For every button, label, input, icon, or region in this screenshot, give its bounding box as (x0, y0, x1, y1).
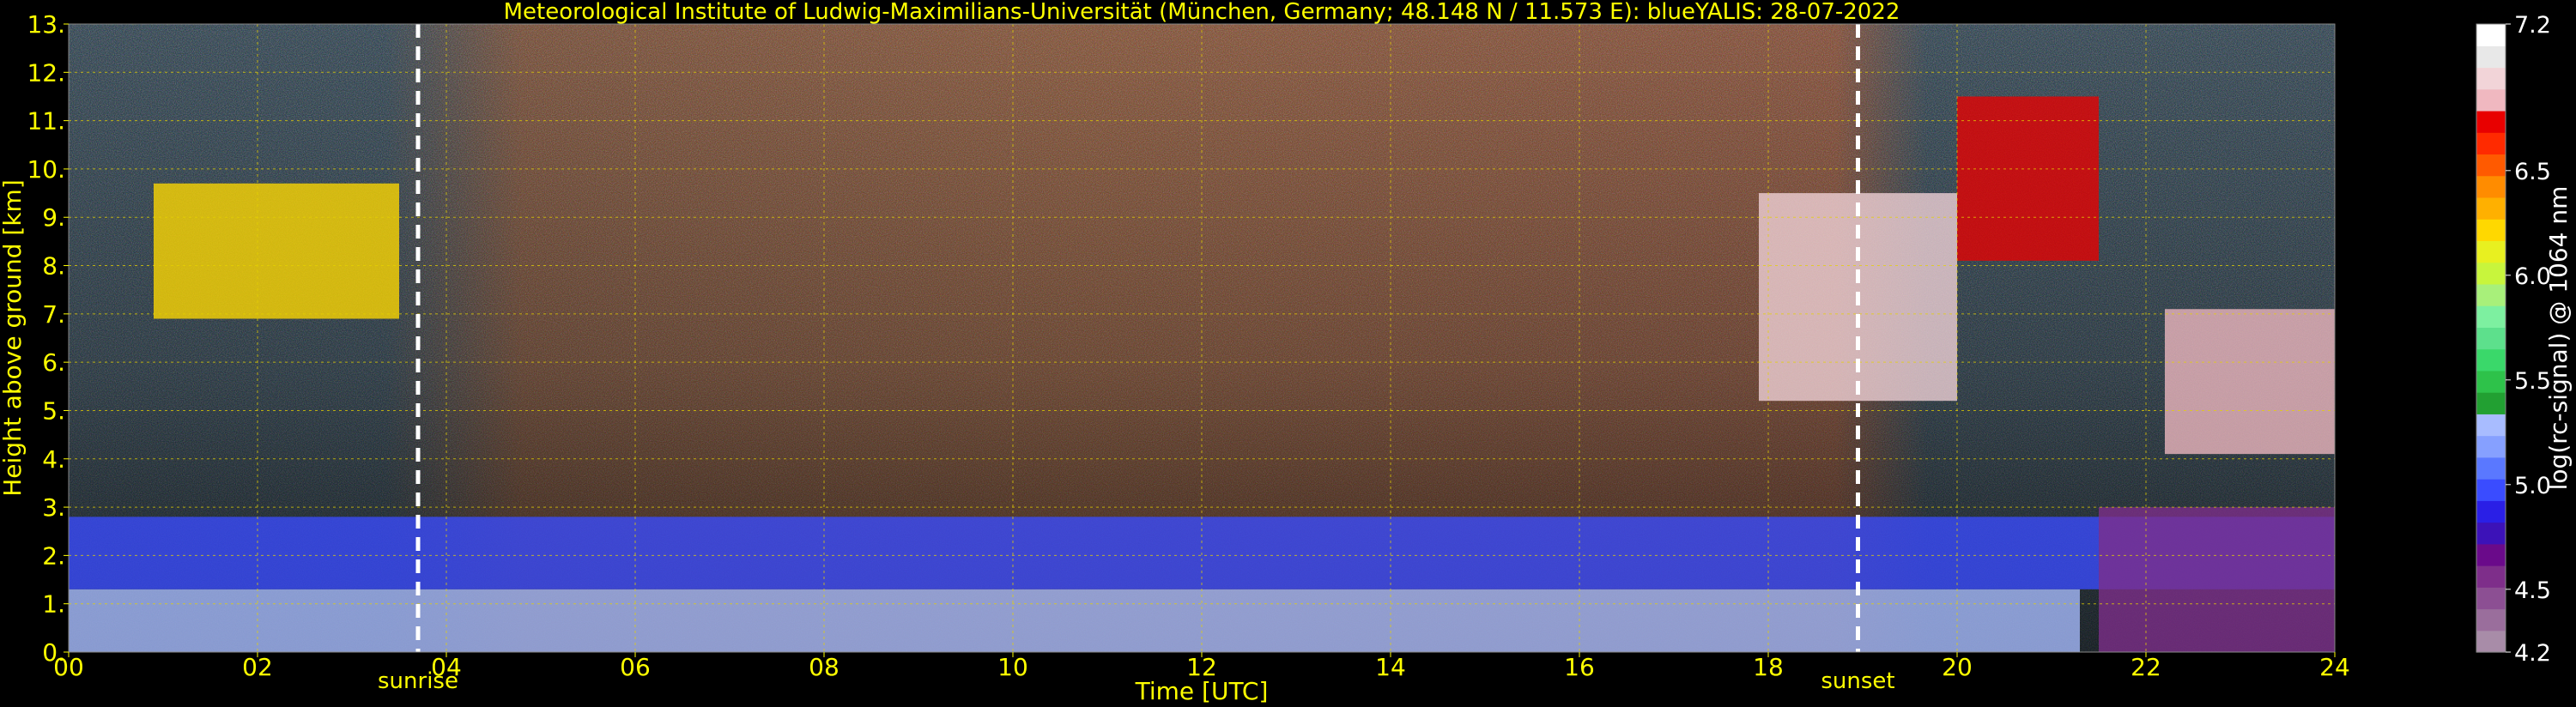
colorbar-segment (2476, 500, 2506, 523)
colorbar-segment (2476, 479, 2506, 501)
y-axis: 0. 1. 2. 3. 4. 5. 6. 7. 8. 9. 10. 11. 12. 13. (27, 10, 69, 667)
colorbar-segment (2476, 67, 2506, 90)
y-tick-label: 3. (42, 493, 65, 522)
plot-area (69, 24, 2335, 652)
colorbar-segment (2476, 348, 2506, 372)
feature-cirrus (154, 183, 399, 319)
y-tick-label: 11. (27, 107, 65, 136)
colorbar-segment (2476, 565, 2506, 588)
colorbar-segment (2476, 24, 2506, 46)
colorbar-segment (2476, 435, 2506, 458)
x-tick-label: 22 (2131, 653, 2161, 681)
colorbar-tick-label: 4.5 (2514, 577, 2551, 604)
sunset-label: sunset (1821, 668, 1894, 694)
y-tick-label: 7. (42, 300, 65, 329)
sunrise-label: sunrise (378, 668, 458, 694)
x-tick-label: 08 (809, 653, 839, 681)
colorbar-segment (2476, 196, 2506, 220)
y-tick-label: 6. (42, 348, 65, 377)
colorbar-tick-label: 6.5 (2514, 159, 2551, 185)
colorbar-segment (2476, 456, 2506, 480)
colorbar-segment (2476, 630, 2506, 653)
feature-boundary-layer (69, 589, 2080, 652)
colorbar-tick-label: 4.2 (2514, 640, 2551, 667)
x-tick-label: 20 (1942, 653, 1973, 681)
colorbar-segment (2476, 414, 2506, 437)
colorbar-segment (2476, 283, 2506, 306)
colorbar-tick-label: 7.2 (2514, 12, 2551, 39)
x-axis-label: Time [UTC] (1135, 677, 1269, 705)
feature-cloud (2165, 309, 2335, 455)
colorbar-segment (2476, 587, 2506, 610)
colorbar-segment (2476, 608, 2506, 631)
colorbar-segment (2476, 392, 2506, 414)
colorbar: 4.24.55.05.56.06.57.2 (2476, 12, 2551, 667)
feature-night-time-boundary-layer (2099, 507, 2335, 652)
x-tick-label: 16 (1564, 653, 1595, 681)
colorbar-segment (2476, 370, 2506, 393)
y-tick-label: 1. (42, 590, 65, 619)
y-tick-label: 12. (27, 58, 65, 87)
y-tick-label: 5. (42, 396, 65, 425)
x-tick-label: 14 (1375, 653, 1406, 681)
y-tick-label: 13. (27, 10, 65, 39)
x-tick-label: 18 (1753, 653, 1784, 681)
feature-cirrus (1957, 96, 2099, 261)
colorbar-segment (2476, 522, 2506, 545)
colorbar-segment (2476, 88, 2506, 112)
y-tick-label: 0. (42, 638, 65, 667)
y-tick-label: 10. (27, 155, 65, 184)
colorbar-segment (2476, 305, 2506, 328)
x-tick-label: 02 (242, 653, 273, 681)
colorbar-segment (2476, 543, 2506, 566)
y-tick-label: 4. (42, 445, 65, 474)
y-tick-label: 2. (42, 541, 65, 570)
x-tick-label: 10 (997, 653, 1028, 681)
x-tick-label: 24 (2319, 653, 2350, 681)
y-tick-label: 9. (42, 203, 65, 232)
colorbar-label: log(rc-signal) @ 1064 nm (2544, 186, 2573, 491)
colorbar-segment (2476, 154, 2506, 177)
colorbar-segment (2476, 219, 2506, 242)
y-tick-label: 8. (42, 252, 65, 281)
x-tick-label: 06 (620, 653, 651, 681)
lidar-quicklook-chart: Meteorological Institute of Ludwig-Maxim… (0, 0, 2573, 705)
colorbar-segment (2476, 132, 2506, 155)
colorbar-segment (2476, 175, 2506, 198)
chart-title: Meteorological Institute of Ludwig-Maxim… (504, 0, 1900, 25)
colorbar-segment (2476, 110, 2506, 133)
colorbar-segment (2476, 262, 2506, 285)
colorbar-segment (2476, 45, 2506, 69)
colorbar-segment (2476, 327, 2506, 350)
y-axis-label: Height above ground [km] (0, 179, 27, 497)
colorbar-segment (2476, 240, 2506, 263)
